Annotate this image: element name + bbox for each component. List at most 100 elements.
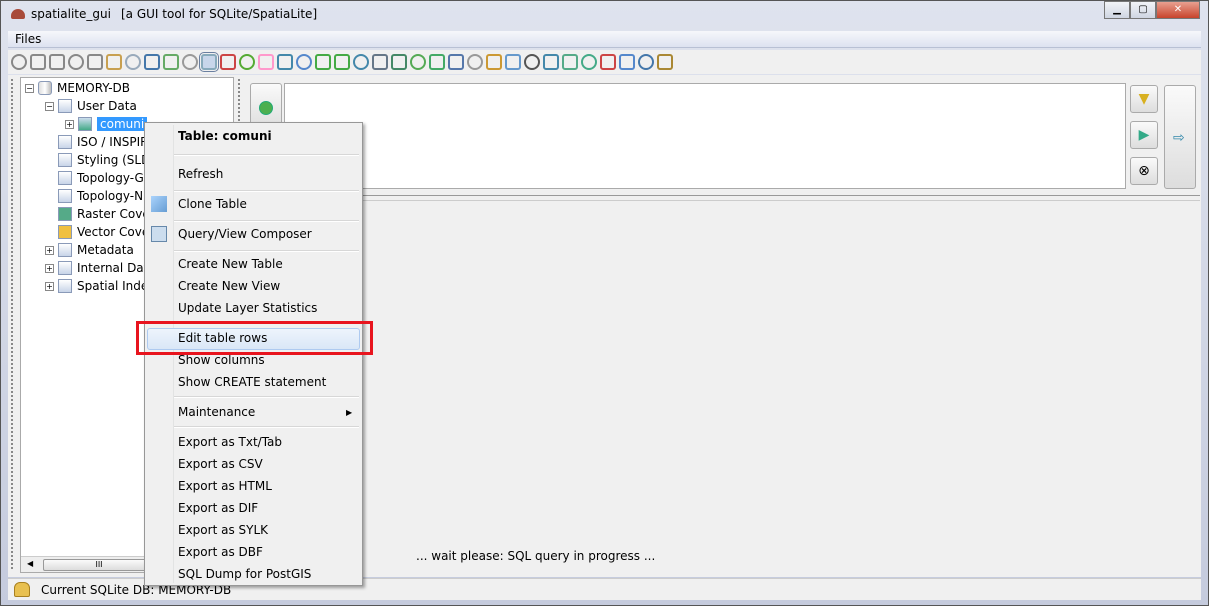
scroll-left-icon[interactable]: ◀ — [27, 559, 33, 568]
pdf-icon[interactable] — [600, 54, 616, 70]
check-icon[interactable] — [581, 54, 597, 70]
close-button[interactable]: ✕ — [1156, 1, 1200, 19]
tree-item[interactable]: Vector Cove — [77, 225, 149, 239]
menu-export-html[interactable]: Export as HTML — [178, 479, 272, 493]
network-icon[interactable] — [448, 54, 464, 70]
sql-script-icon[interactable] — [199, 52, 219, 72]
tree-root[interactable]: MEMORY-DB — [57, 81, 130, 95]
disconnect-icon[interactable] — [30, 54, 46, 70]
exit-icon[interactable] — [657, 54, 673, 70]
tree-item[interactable]: Topology-N — [77, 189, 143, 203]
eye-icon[interactable] — [467, 54, 483, 70]
menu-files[interactable]: Files — [15, 32, 41, 46]
memory-db-icon[interactable] — [68, 54, 84, 70]
close-memory-db-icon[interactable] — [87, 54, 103, 70]
about-icon[interactable] — [638, 54, 654, 70]
title-bar: spatialite_gui [a GUI tool for SQLite/Sp… — [1, 1, 1208, 29]
folder-icon — [58, 279, 72, 293]
connect-icon[interactable] — [11, 54, 27, 70]
tree-item[interactable]: Internal Dat — [77, 261, 148, 275]
menu-refresh[interactable]: Refresh — [178, 167, 223, 181]
scroll-thumb[interactable]: III — [43, 559, 155, 571]
menu-export-dif[interactable]: Export as DIF — [178, 501, 258, 515]
list-icon[interactable] — [524, 54, 540, 70]
table-icon — [78, 117, 92, 131]
txt-icon[interactable] — [391, 54, 407, 70]
dbf-icon[interactable] — [372, 54, 388, 70]
app-subtitle: [a GUI tool for SQLite/SpatiaLite] — [121, 7, 318, 21]
menu-sql-dump[interactable]: SQL Dump for PostGIS — [178, 567, 311, 581]
menu-export-sylk[interactable]: Export as SYLK — [178, 523, 268, 537]
clock-add-icon[interactable] — [106, 54, 122, 70]
load-shp-icon[interactable] — [277, 54, 293, 70]
menu-create-view[interactable]: Create New View — [178, 279, 280, 293]
load-icon: ⇨ — [1173, 130, 1185, 146]
menu-export-txt[interactable]: Export as Txt/Tab — [178, 435, 282, 449]
highlight-annotation-box — [136, 321, 373, 355]
create-db-icon[interactable] — [49, 54, 65, 70]
clone-icon — [151, 196, 167, 212]
refresh-db-icon[interactable] — [163, 54, 179, 70]
chart-icon[interactable] — [220, 54, 236, 70]
database-icon — [38, 81, 52, 95]
minimize-button[interactable]: ▁ — [1104, 1, 1130, 19]
maximize-button[interactable]: ▢ — [1130, 1, 1156, 19]
globe-icon[interactable] — [315, 54, 331, 70]
collapse-icon[interactable]: − — [25, 83, 34, 93]
expand-icon[interactable]: + — [45, 263, 54, 273]
panel-grip[interactable] — [11, 79, 14, 569]
plug-icon[interactable] — [144, 54, 160, 70]
expand-icon[interactable]: + — [65, 119, 74, 129]
raster-icon — [58, 207, 72, 221]
filter-button[interactable]: ▼ — [1130, 85, 1158, 113]
lock-icon — [14, 582, 30, 597]
menu-update-stats[interactable]: Update Layer Statistics — [178, 301, 317, 315]
menu-clone-table[interactable]: Clone Table — [178, 197, 247, 211]
vector-icon — [58, 225, 72, 239]
toolbar — [8, 50, 1201, 74]
abort-button[interactable]: ⊗ — [1130, 157, 1158, 185]
export-icon[interactable] — [353, 54, 369, 70]
load-icon[interactable] — [429, 54, 445, 70]
menu-show-create[interactable]: Show CREATE statement — [178, 375, 326, 389]
copy-icon[interactable] — [505, 54, 521, 70]
query-panel: ▼ ▶ ⊗ ⇨ ... wait please: SQL query in pr… — [238, 77, 1200, 573]
execute-button[interactable]: ▶ — [1130, 121, 1158, 149]
map-icon[interactable] — [562, 54, 578, 70]
menu-export-csv[interactable]: Export as CSV — [178, 457, 263, 471]
globe2-icon[interactable] — [334, 54, 350, 70]
sql-input[interactable] — [284, 83, 1126, 189]
topology-icon — [58, 171, 72, 185]
menu-show-columns[interactable]: Show columns — [178, 353, 265, 367]
hand-icon[interactable] — [258, 54, 274, 70]
tree-item[interactable]: Styling (SLD — [77, 153, 150, 167]
tree-item[interactable]: Raster Cove — [77, 207, 150, 221]
tree-item[interactable]: User Data — [77, 99, 137, 113]
expand-icon[interactable]: + — [45, 245, 54, 255]
help-icon[interactable] — [619, 54, 635, 70]
layers-icon[interactable] — [486, 54, 502, 70]
folder-icon — [58, 243, 72, 257]
folder-icon — [58, 261, 72, 275]
load-sql-button[interactable]: ⇨ — [1164, 85, 1196, 189]
vacuum-icon[interactable] — [182, 54, 198, 70]
menu-export-dbf[interactable]: Export as DBF — [178, 545, 263, 559]
xls-icon[interactable] — [410, 54, 426, 70]
tree-item[interactable]: Metadata — [77, 243, 134, 257]
wand-icon[interactable] — [543, 54, 559, 70]
bug-icon[interactable] — [239, 54, 255, 70]
folder-icon — [58, 153, 72, 167]
edit-icon[interactable] — [296, 54, 312, 70]
menu-query-composer[interactable]: Query/View Composer — [178, 227, 312, 241]
expand-icon[interactable]: + — [45, 281, 54, 291]
wait-message: ... wait please: SQL query in progress .… — [416, 549, 656, 563]
save-db-icon[interactable] — [125, 54, 141, 70]
menu-create-table[interactable]: Create New Table — [178, 257, 283, 271]
tree-item-selected[interactable]: comuni — [97, 117, 148, 131]
submenu-arrow-icon: ▶ — [346, 408, 353, 417]
collapse-icon[interactable]: − — [45, 101, 54, 111]
app-icon — [11, 9, 25, 19]
menu-maintenance[interactable]: Maintenance — [178, 405, 255, 419]
tree-item[interactable]: Topology-G — [77, 171, 144, 185]
splitter[interactable] — [242, 195, 1200, 201]
